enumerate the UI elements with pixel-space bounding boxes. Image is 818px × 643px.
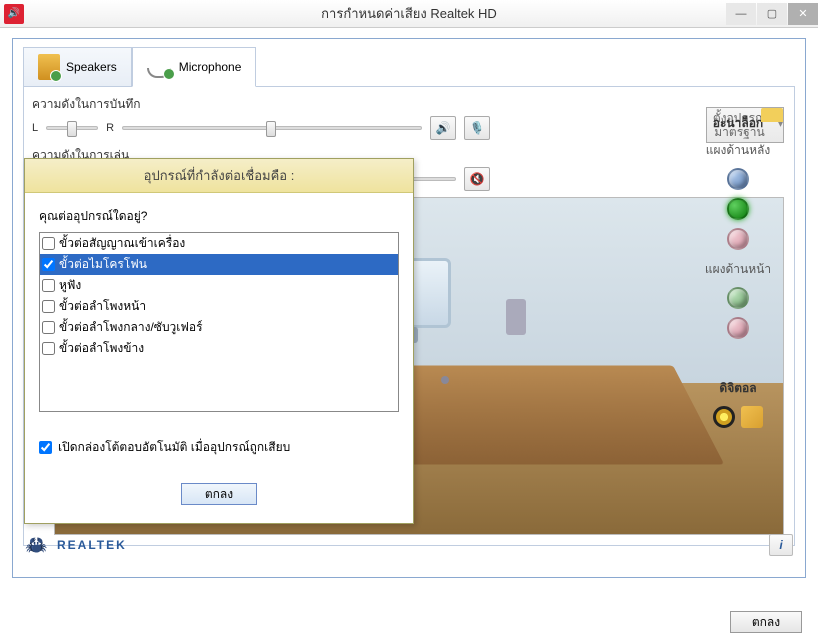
maximize-button[interactable]: ▢ — [757, 3, 787, 25]
device-option-label: ขั้วต่อลำโพงข้าง — [59, 339, 144, 358]
device-option-label: ขั้วต่อลำโพงหน้า — [59, 297, 146, 316]
window-title: การกำหนดค่าเสียง Realtek HD — [321, 3, 497, 24]
digital-title: ดิจิตอล — [689, 379, 787, 398]
realtek-crab-icon — [25, 535, 51, 555]
recording-volume-label: ความดังในการบันทึก — [32, 95, 786, 114]
balance-slider[interactable] — [46, 126, 98, 130]
jack-front-pink[interactable] — [727, 317, 749, 339]
minimize-button[interactable]: — — [726, 3, 756, 25]
jack-front-green[interactable] — [727, 287, 749, 309]
dialog-question: คุณต่ออุปกรณ์ใดอยู่? — [39, 207, 399, 226]
tab-speakers[interactable]: Speakers — [23, 47, 132, 87]
device-option[interactable]: หูฟัง — [40, 275, 398, 296]
device-listbox[interactable]: ขั้วต่อสัญญาณเข้าเครื่องขั้วต่อไมโครโฟนห… — [39, 232, 399, 412]
device-option-label: ขั้วต่อลำโพงกลาง/ซับวูเฟอร์ — [59, 318, 203, 337]
playback-listen-button[interactable]: 🔊 — [430, 116, 456, 140]
mic-graphic — [441, 376, 449, 384]
jack-rear-pink[interactable] — [727, 228, 749, 250]
balance-l: L — [32, 122, 38, 134]
balance-r: R — [106, 122, 114, 134]
digital-coax-icon[interactable] — [713, 406, 735, 428]
speaker-right-graphic — [506, 299, 526, 335]
recording-volume-slider[interactable] — [122, 126, 422, 130]
device-option-checkbox[interactable] — [42, 342, 55, 355]
device-option-label: หูฟัง — [59, 276, 81, 295]
device-option-label: ขั้วต่อสัญญาณเข้าเครื่อง — [59, 234, 185, 253]
device-tabs: Speakers Microphone — [13, 39, 805, 87]
device-option-label: ขั้วต่อไมโครโฟน — [59, 255, 147, 274]
connectors-sidebar: อะนาล็อก แผงด้านหลัง แผงด้านหน้า ดิจิตอล — [683, 104, 793, 517]
auto-popup-checkbox[interactable] — [39, 441, 52, 454]
device-option[interactable]: ขั้วต่อลำโพงหน้า — [40, 296, 398, 317]
jack-rear-green[interactable] — [727, 198, 749, 220]
jack-rear-blue[interactable] — [727, 168, 749, 190]
tab-microphone[interactable]: Microphone — [132, 47, 257, 87]
device-option-checkbox[interactable] — [42, 321, 55, 334]
device-option[interactable]: ขั้วต่อสัญญาณเข้าเครื่อง — [40, 233, 398, 254]
mic-boost-button[interactable]: 🎙️ — [464, 116, 490, 140]
device-connected-dialog: อุปกรณ์ที่กำลังต่อเชื่อมคือ : คุณต่ออุปก… — [24, 158, 414, 524]
mute-button[interactable]: 🔇 — [464, 167, 490, 191]
device-option-checkbox[interactable] — [42, 279, 55, 292]
tab-speakers-label: Speakers — [66, 60, 117, 74]
digital-optical-icon[interactable] — [741, 406, 763, 428]
device-option[interactable]: ขั้วต่อลำโพงข้าง — [40, 338, 398, 359]
realtek-logo: REALTEK — [25, 535, 127, 555]
device-option[interactable]: ขั้วต่อลำโพงกลาง/ซับวูเฟอร์ — [40, 317, 398, 338]
device-option-checkbox[interactable] — [42, 300, 55, 313]
speakers-icon — [38, 54, 60, 80]
titlebar: 🔊 การกำหนดค่าเสียง Realtek HD — ▢ ✕ — [0, 0, 818, 28]
device-option-checkbox[interactable] — [42, 237, 55, 250]
front-panel-label: แผงด้านหน้า — [689, 260, 787, 279]
main-ok-button[interactable]: ตกลง — [730, 611, 802, 633]
device-option[interactable]: ขั้วต่อไมโครโฟน — [40, 254, 398, 275]
folder-icon[interactable] — [761, 108, 783, 122]
footer: REALTEK i — [25, 525, 793, 565]
device-option-checkbox[interactable] — [42, 258, 55, 271]
auto-popup-label: เปิดกล่องโต้ตอบอัตโนมัติ เมื่ออุปกรณ์ถูก… — [58, 438, 290, 457]
dialog-ok-button[interactable]: ตกลง — [181, 483, 257, 505]
dialog-title: อุปกรณ์ที่กำลังต่อเชื่อมคือ : — [25, 159, 413, 193]
rear-panel-label: แผงด้านหลัง — [689, 141, 787, 160]
info-button[interactable]: i — [769, 534, 793, 556]
close-button[interactable]: ✕ — [788, 3, 818, 25]
microphone-icon — [147, 56, 173, 78]
tab-microphone-label: Microphone — [179, 60, 242, 74]
brand-text: REALTEK — [57, 538, 127, 552]
volume-icon: 🔊 — [4, 4, 24, 24]
window-buttons: — ▢ ✕ — [725, 3, 818, 25]
